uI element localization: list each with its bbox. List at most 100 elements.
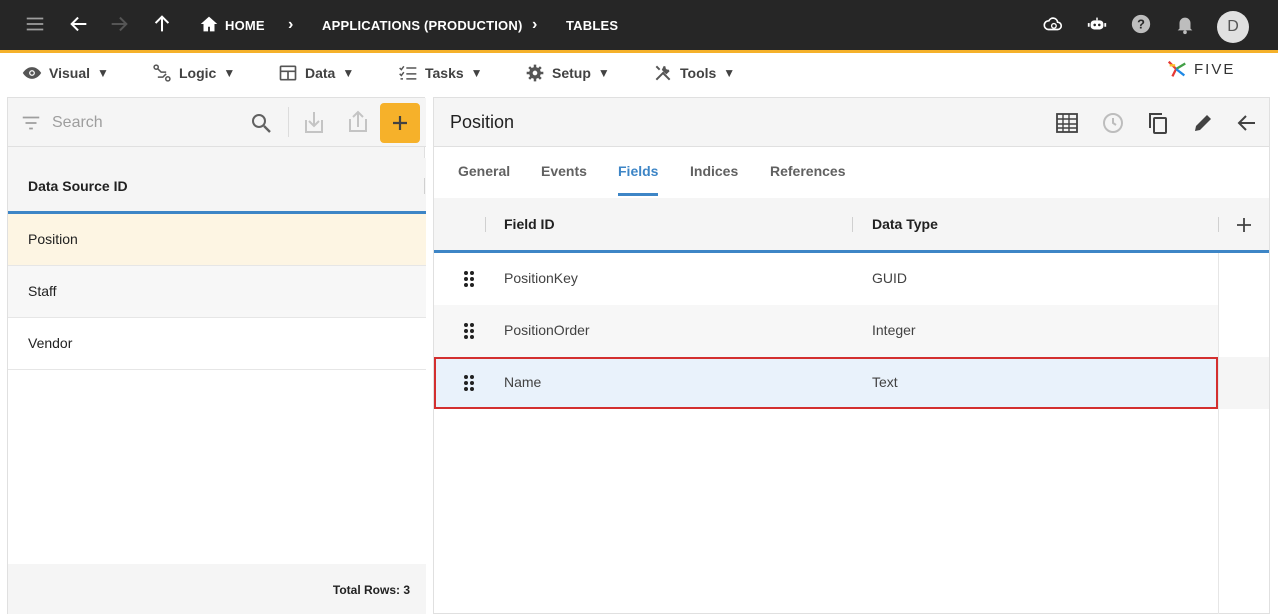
tab-fields[interactable]: Fields xyxy=(618,163,658,179)
menu-data[interactable]: Data ▼ xyxy=(278,62,354,84)
tools-icon xyxy=(655,65,671,81)
menu-tasks[interactable]: Tasks ▼ xyxy=(398,62,483,84)
menu-tools-label: Tools xyxy=(680,65,717,81)
active-tab-indicator xyxy=(618,193,658,196)
data-source-id-header: Data Source ID xyxy=(28,178,128,194)
menu-visual-label: Visual xyxy=(49,65,90,81)
cell-data-type: Text xyxy=(872,374,898,390)
table-row[interactable]: Name Text xyxy=(434,357,1269,409)
logo-text: FIVE xyxy=(1194,60,1236,78)
row-side xyxy=(1218,357,1269,409)
table-row[interactable]: PositionOrder Integer xyxy=(434,305,1269,357)
import-icon[interactable] xyxy=(302,110,326,136)
grid-empty-side xyxy=(1218,409,1269,614)
chatbot-icon[interactable] xyxy=(1085,12,1109,36)
divider xyxy=(288,107,289,137)
plus-icon xyxy=(393,116,407,130)
cloud-icon[interactable] xyxy=(1041,12,1065,36)
data-source-list-panel: Data Source ID Position Staff Vendor Tot… xyxy=(7,97,426,614)
cell-data-type: Integer xyxy=(872,322,916,338)
list-item-label: Vendor xyxy=(28,335,73,351)
total-rows: Total Rows: 3 xyxy=(332,583,410,597)
menu-icon[interactable] xyxy=(23,12,47,36)
record-detail-panel: Position General Events Fields Indices R… xyxy=(433,97,1270,614)
add-field-icon[interactable] xyxy=(1235,216,1253,234)
cell-data-type: GUID xyxy=(872,270,907,286)
list-footer: Total Rows: 3 xyxy=(8,564,426,614)
list-item[interactable]: Staff xyxy=(8,266,426,318)
drag-handle-icon[interactable] xyxy=(463,374,475,392)
breadcrumb-home[interactable]: HOME xyxy=(225,18,265,33)
cell-field-id: PositionOrder xyxy=(504,322,590,338)
fields-grid: PositionKey GUID PositionOrder Integer N… xyxy=(434,253,1269,409)
list-item[interactable]: Vendor xyxy=(8,318,426,370)
menu-setup[interactable]: Setup ▼ xyxy=(525,62,610,84)
row-body-highlighted: Name Text xyxy=(434,357,1218,409)
grid-icon[interactable] xyxy=(1054,110,1080,136)
column-separator xyxy=(852,217,853,232)
list-item-label: Position xyxy=(28,231,78,247)
tasks-icon xyxy=(399,65,417,80)
list-item-label: Staff xyxy=(28,283,57,299)
list-column-header[interactable]: Data Source ID xyxy=(8,158,426,214)
breadcrumb-separator: › xyxy=(288,16,294,33)
avatar[interactable]: D xyxy=(1217,11,1249,43)
eye-icon xyxy=(22,67,42,79)
tab-references[interactable]: References xyxy=(770,163,846,179)
add-button[interactable] xyxy=(380,103,420,143)
tab-events[interactable]: Events xyxy=(541,163,587,179)
table-icon xyxy=(279,65,297,81)
drag-handle-icon[interactable] xyxy=(463,322,475,340)
help-icon[interactable]: ? xyxy=(1129,12,1153,36)
fields-grid-header: Field ID Data Type xyxy=(434,198,1269,253)
column-separator xyxy=(1218,217,1219,232)
home-icon[interactable] xyxy=(197,12,221,36)
menu-bar: Visual ▼ Logic ▼ Data ▼ Tasks ▼ Setup ▼ … xyxy=(0,56,1278,89)
search-icon[interactable] xyxy=(249,111,273,135)
drag-handle-icon[interactable] xyxy=(463,270,475,288)
logic-icon xyxy=(153,64,171,82)
menu-setup-label: Setup xyxy=(552,65,591,81)
top-bar: HOME › APPLICATIONS (PRODUCTION) › TABLE… xyxy=(0,0,1278,53)
back-arrow-icon[interactable] xyxy=(67,12,91,36)
search-bar xyxy=(8,98,426,147)
breadcrumb-applications[interactable]: APPLICATIONS (PRODUCTION) xyxy=(322,18,522,33)
filter-icon[interactable] xyxy=(20,112,42,134)
menu-logic-label: Logic xyxy=(179,65,217,81)
menu-tools[interactable]: Tools ▼ xyxy=(653,62,735,84)
breadcrumb-tables[interactable]: TABLES xyxy=(566,18,618,33)
gear-icon xyxy=(526,64,544,82)
menu-logic[interactable]: Logic ▼ xyxy=(152,62,235,84)
cell-field-id: Name xyxy=(504,374,542,390)
list-item[interactable]: Position xyxy=(8,214,426,266)
tab-indices[interactable]: Indices xyxy=(690,163,738,179)
bell-icon[interactable] xyxy=(1173,12,1197,36)
record-tabs: General Events Fields Indices References xyxy=(434,148,1269,196)
export-icon[interactable] xyxy=(346,109,370,135)
column-header-field-id[interactable]: Field ID xyxy=(504,216,555,232)
logo-icon xyxy=(1167,60,1186,77)
row-side xyxy=(1218,305,1269,357)
column-header-data-type[interactable]: Data Type xyxy=(872,216,938,232)
up-arrow-icon[interactable] xyxy=(150,12,174,36)
copy-icon[interactable] xyxy=(1145,110,1171,136)
record-title: Position xyxy=(450,112,515,132)
edit-icon[interactable] xyxy=(1190,110,1216,136)
menu-data-label: Data xyxy=(305,65,336,81)
forward-arrow-icon[interactable] xyxy=(107,12,131,36)
list-empty-area xyxy=(8,370,426,564)
back-arrow-icon[interactable] xyxy=(1234,110,1260,136)
tab-general[interactable]: General xyxy=(458,163,510,179)
menu-visual[interactable]: Visual ▼ xyxy=(22,62,109,84)
record-header: Position xyxy=(434,98,1269,147)
table-row[interactable]: PositionKey GUID xyxy=(434,253,1269,305)
column-separator xyxy=(424,178,425,194)
menu-tasks-label: Tasks xyxy=(425,65,464,81)
search-input[interactable] xyxy=(52,112,242,134)
column-separator xyxy=(485,217,486,232)
data-source-list: Position Staff Vendor xyxy=(8,214,426,370)
history-icon[interactable] xyxy=(1100,110,1126,136)
row-body: PositionOrder Integer xyxy=(434,305,1218,357)
row-side xyxy=(1218,253,1269,305)
row-body: PositionKey GUID xyxy=(434,253,1218,305)
